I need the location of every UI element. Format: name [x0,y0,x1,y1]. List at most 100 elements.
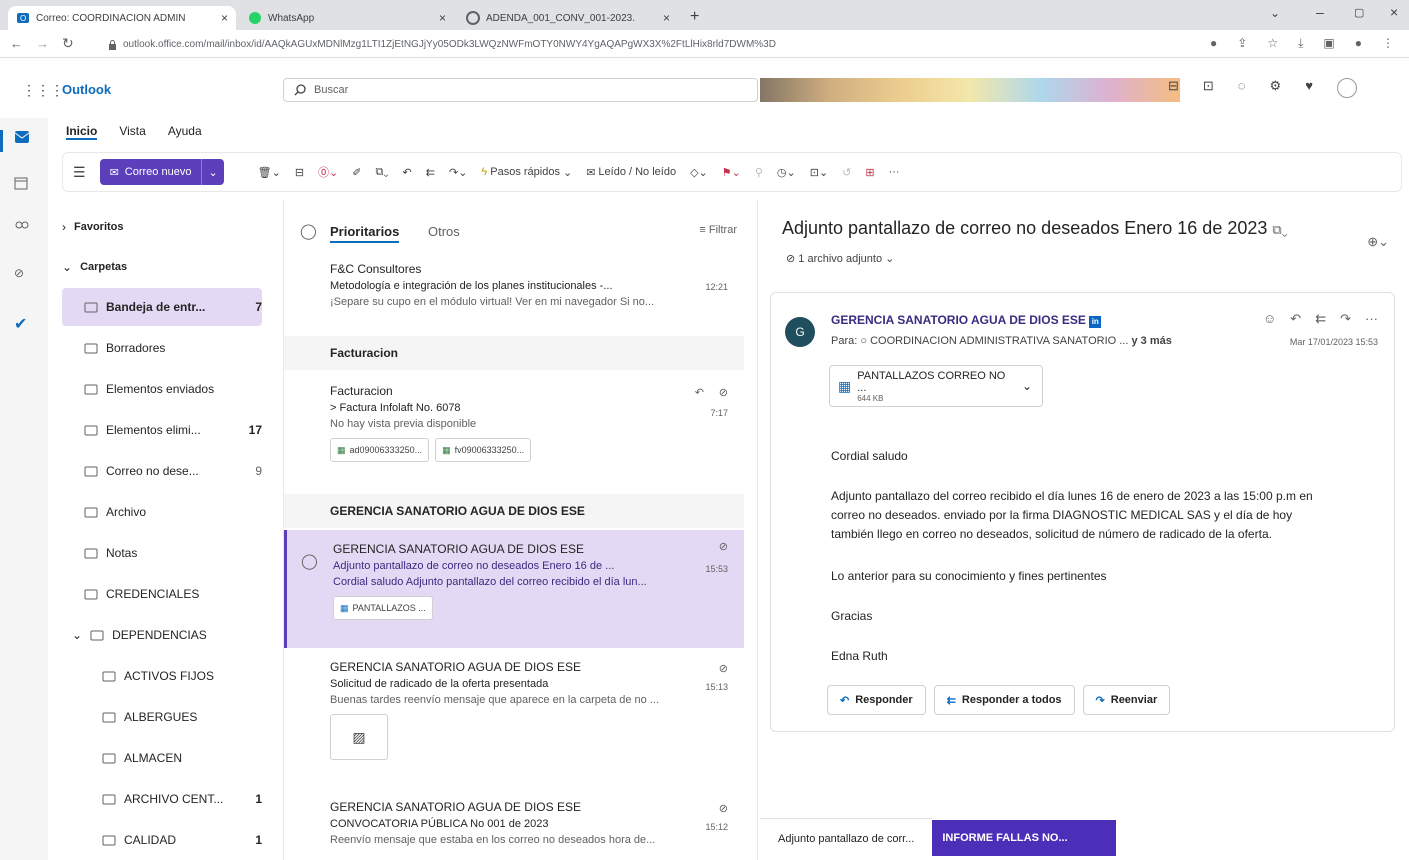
report-icon[interactable]: ⓪⌄ [318,164,338,180]
more-icon[interactable]: ··· [1365,311,1378,327]
delete-icon[interactable]: 🗑⌄ [258,166,281,179]
list-item[interactable]: F&C Consultores Metodología e integració… [284,262,744,332]
folder-item[interactable]: Archivo [62,493,262,531]
forward-icon[interactable]: ↷⌄ [449,166,467,179]
onenote-icon[interactable]: ⊟ [1168,78,1179,98]
attachment-chip[interactable]: ▦ ad09006333250... [330,438,430,462]
chevron-down-icon[interactable]: ⌄ [201,159,223,185]
tab-otros[interactable]: Otros [428,224,460,239]
folder-item[interactable]: Bandeja de entr... 7 [62,288,262,326]
sender-avatar[interactable]: G [785,317,815,347]
tips-icon[interactable]: ♥ [1305,78,1313,98]
folder-item[interactable]: ARCHIVO CENT... 1 [62,780,262,818]
apps-icon[interactable]: ⊞ [865,166,874,179]
browser-tab-whatsapp[interactable]: WhatsApp × [240,6,454,30]
list-item-selected[interactable]: ◯ GERENCIA SANATORIO AGUA DE DIOS ESE Ad… [284,530,744,648]
pin-icon[interactable]: ⚲ [755,166,763,179]
list-item[interactable]: GERENCIA SANATORIO AGUA DE DIOS ESE Soli… [284,660,744,780]
tab-ayuda[interactable]: Ayuda [168,124,202,140]
share-icon[interactable]: ⇪ [1237,36,1247,51]
move-icon[interactable]: ⧉⌄ [376,166,389,179]
folder-item[interactable]: Borradores [62,329,262,367]
reply-all-button[interactable]: ⇇ Responder a todos [933,685,1075,715]
account-avatar[interactable] [1336,78,1357,98]
attachment-card[interactable]: ▦ PANTALLAZOS CORREO NO ... 644 KB ⌄ [829,365,1043,407]
calendar-app-icon[interactable] [14,176,34,196]
reply-icon[interactable]: ↶ [403,166,412,179]
mail-app-icon[interactable] [14,130,34,150]
people-app-icon[interactable] [14,220,34,240]
folder-item[interactable]: Correo no dese... 9 [62,452,262,490]
reply-icon[interactable]: ↶ [1290,311,1301,327]
record-icon[interactable]: ● [1210,36,1217,51]
close-tab-icon[interactable]: × [221,11,228,25]
browser-tab-adenda[interactable]: ADENDA_001_CONV_001-2023. × [458,6,678,30]
new-tab-button[interactable]: + [690,8,699,26]
forward-button[interactable]: ↷ Reenviar [1082,685,1171,715]
undo-icon[interactable]: ↺ [842,166,851,179]
forward-icon[interactable]: → [36,36,49,51]
snooze-icon[interactable]: ◷⌄ [777,166,796,179]
linkedin-icon[interactable]: in [1089,316,1102,328]
gear-icon[interactable]: ⚙ [1270,78,1282,98]
more-recipients[interactable]: y 3 más [1131,335,1171,347]
sensitivity-icon[interactable]: ⧉⌄ [1272,222,1287,237]
tab-prioritarios[interactable]: Prioritarios [330,224,400,243]
recipients[interactable]: Para: ○ COORDINACION ADMINISTRATIVA SANA… [831,335,1172,347]
bell-icon[interactable]: ◌ [1238,78,1246,98]
star-icon[interactable]: ☆ [1267,36,1278,51]
attachments-summary[interactable]: ⊘ 1 archivo adjunto ⌄ [786,252,894,265]
folder-item[interactable]: ALMACEN [62,739,262,777]
sender-name[interactable]: GERENCIA SANATORIO AGUA DE DIOS ESE in [831,313,1102,328]
sidepanel-icon[interactable]: ▣ [1323,36,1334,51]
browser-tab-outlook[interactable]: O Correo: COORDINACION ADMIN × [8,6,236,30]
folders-toggle[interactable]: ⌄ Carpetas [62,248,262,286]
maximize-icon[interactable]: ▢ [1354,6,1364,19]
sweep-icon[interactable]: ✐ [352,166,361,179]
quick-steps-button[interactable]: ϟ Pasos rápidos ⌄ [481,166,572,179]
folder-item[interactable]: Notas [62,534,262,572]
emoji-icon[interactable]: ☺ [1263,311,1276,327]
close-tab-icon[interactable]: × [663,11,670,25]
more-options-button[interactable]: ··· [889,166,900,178]
bottom-tab-message[interactable]: Adjunto pantallazo de corr... [760,818,933,858]
reply-all-icon[interactable]: ⇇ [426,166,435,179]
select-all-icon[interactable]: ◯ [300,222,317,240]
chevron-down-icon[interactable]: ⌄ [72,628,82,642]
close-tab-icon[interactable]: × [439,11,446,25]
attachment-chip[interactable]: ▦ PANTALLAZOS ... [333,596,433,620]
minimize-icon[interactable]: – [1316,4,1324,20]
todo-app-icon[interactable]: ✔ [14,314,34,334]
search-input[interactable]: Buscar [283,78,758,102]
reply-button[interactable]: ↶ Responder [827,685,926,715]
folder-item[interactable]: ALBERGUES [62,698,262,736]
download-icon[interactable]: ⤓ [1298,36,1303,51]
teams-icon[interactable]: ⊡ [1203,78,1214,98]
back-icon[interactable]: ← [10,36,23,51]
app-launcher-icon[interactable]: ⋮⋮⋮ [22,82,64,99]
new-mail-button[interactable]: ✉ Correo nuevo ⌄ [99,159,224,185]
reply-all-icon[interactable]: ⇇ [1315,311,1326,327]
filter-button[interactable]: ≡ Filtrar [699,224,737,236]
folder-item[interactable]: CALIDAD 1 [62,821,262,859]
list-item[interactable]: Facturacion > Factura Infolaft No. 6078 … [284,384,744,484]
rules-icon[interactable]: ⊡⌄ [810,166,828,179]
attachment-app-icon[interactable]: ⊘ [14,266,34,286]
flag-icon[interactable]: ⚑⌄ [722,166,741,179]
reply-icon[interactable]: ↶ [695,386,704,399]
profile-icon[interactable]: ● [1355,36,1362,51]
select-circle-icon[interactable]: ◯ [301,552,318,570]
outlook-brand[interactable]: Outlook [62,82,111,97]
attachment-chip[interactable]: ▦ fv09006333250... [435,438,532,462]
read-unread-button[interactable]: ✉ Leído / No leído [586,166,676,179]
zoom-icon[interactable]: ⊕⌄ [1367,234,1389,250]
list-item[interactable]: GERENCIA SANATORIO AGUA DE DIOS ESE CONV… [284,800,744,860]
folder-item[interactable]: Elementos elimi... 17 [62,411,262,449]
image-thumbnail[interactable]: ▨ [330,714,388,760]
archive-icon[interactable]: ⊟ [295,166,304,179]
forward-icon[interactable]: ↷ [1340,311,1351,327]
close-window-icon[interactable]: × [1390,4,1398,20]
chevron-down-icon[interactable]: ⌄ [1022,379,1032,393]
tag-icon[interactable]: ◇⌄ [690,166,708,179]
tab-search-icon[interactable]: ⌄ [1270,6,1280,20]
